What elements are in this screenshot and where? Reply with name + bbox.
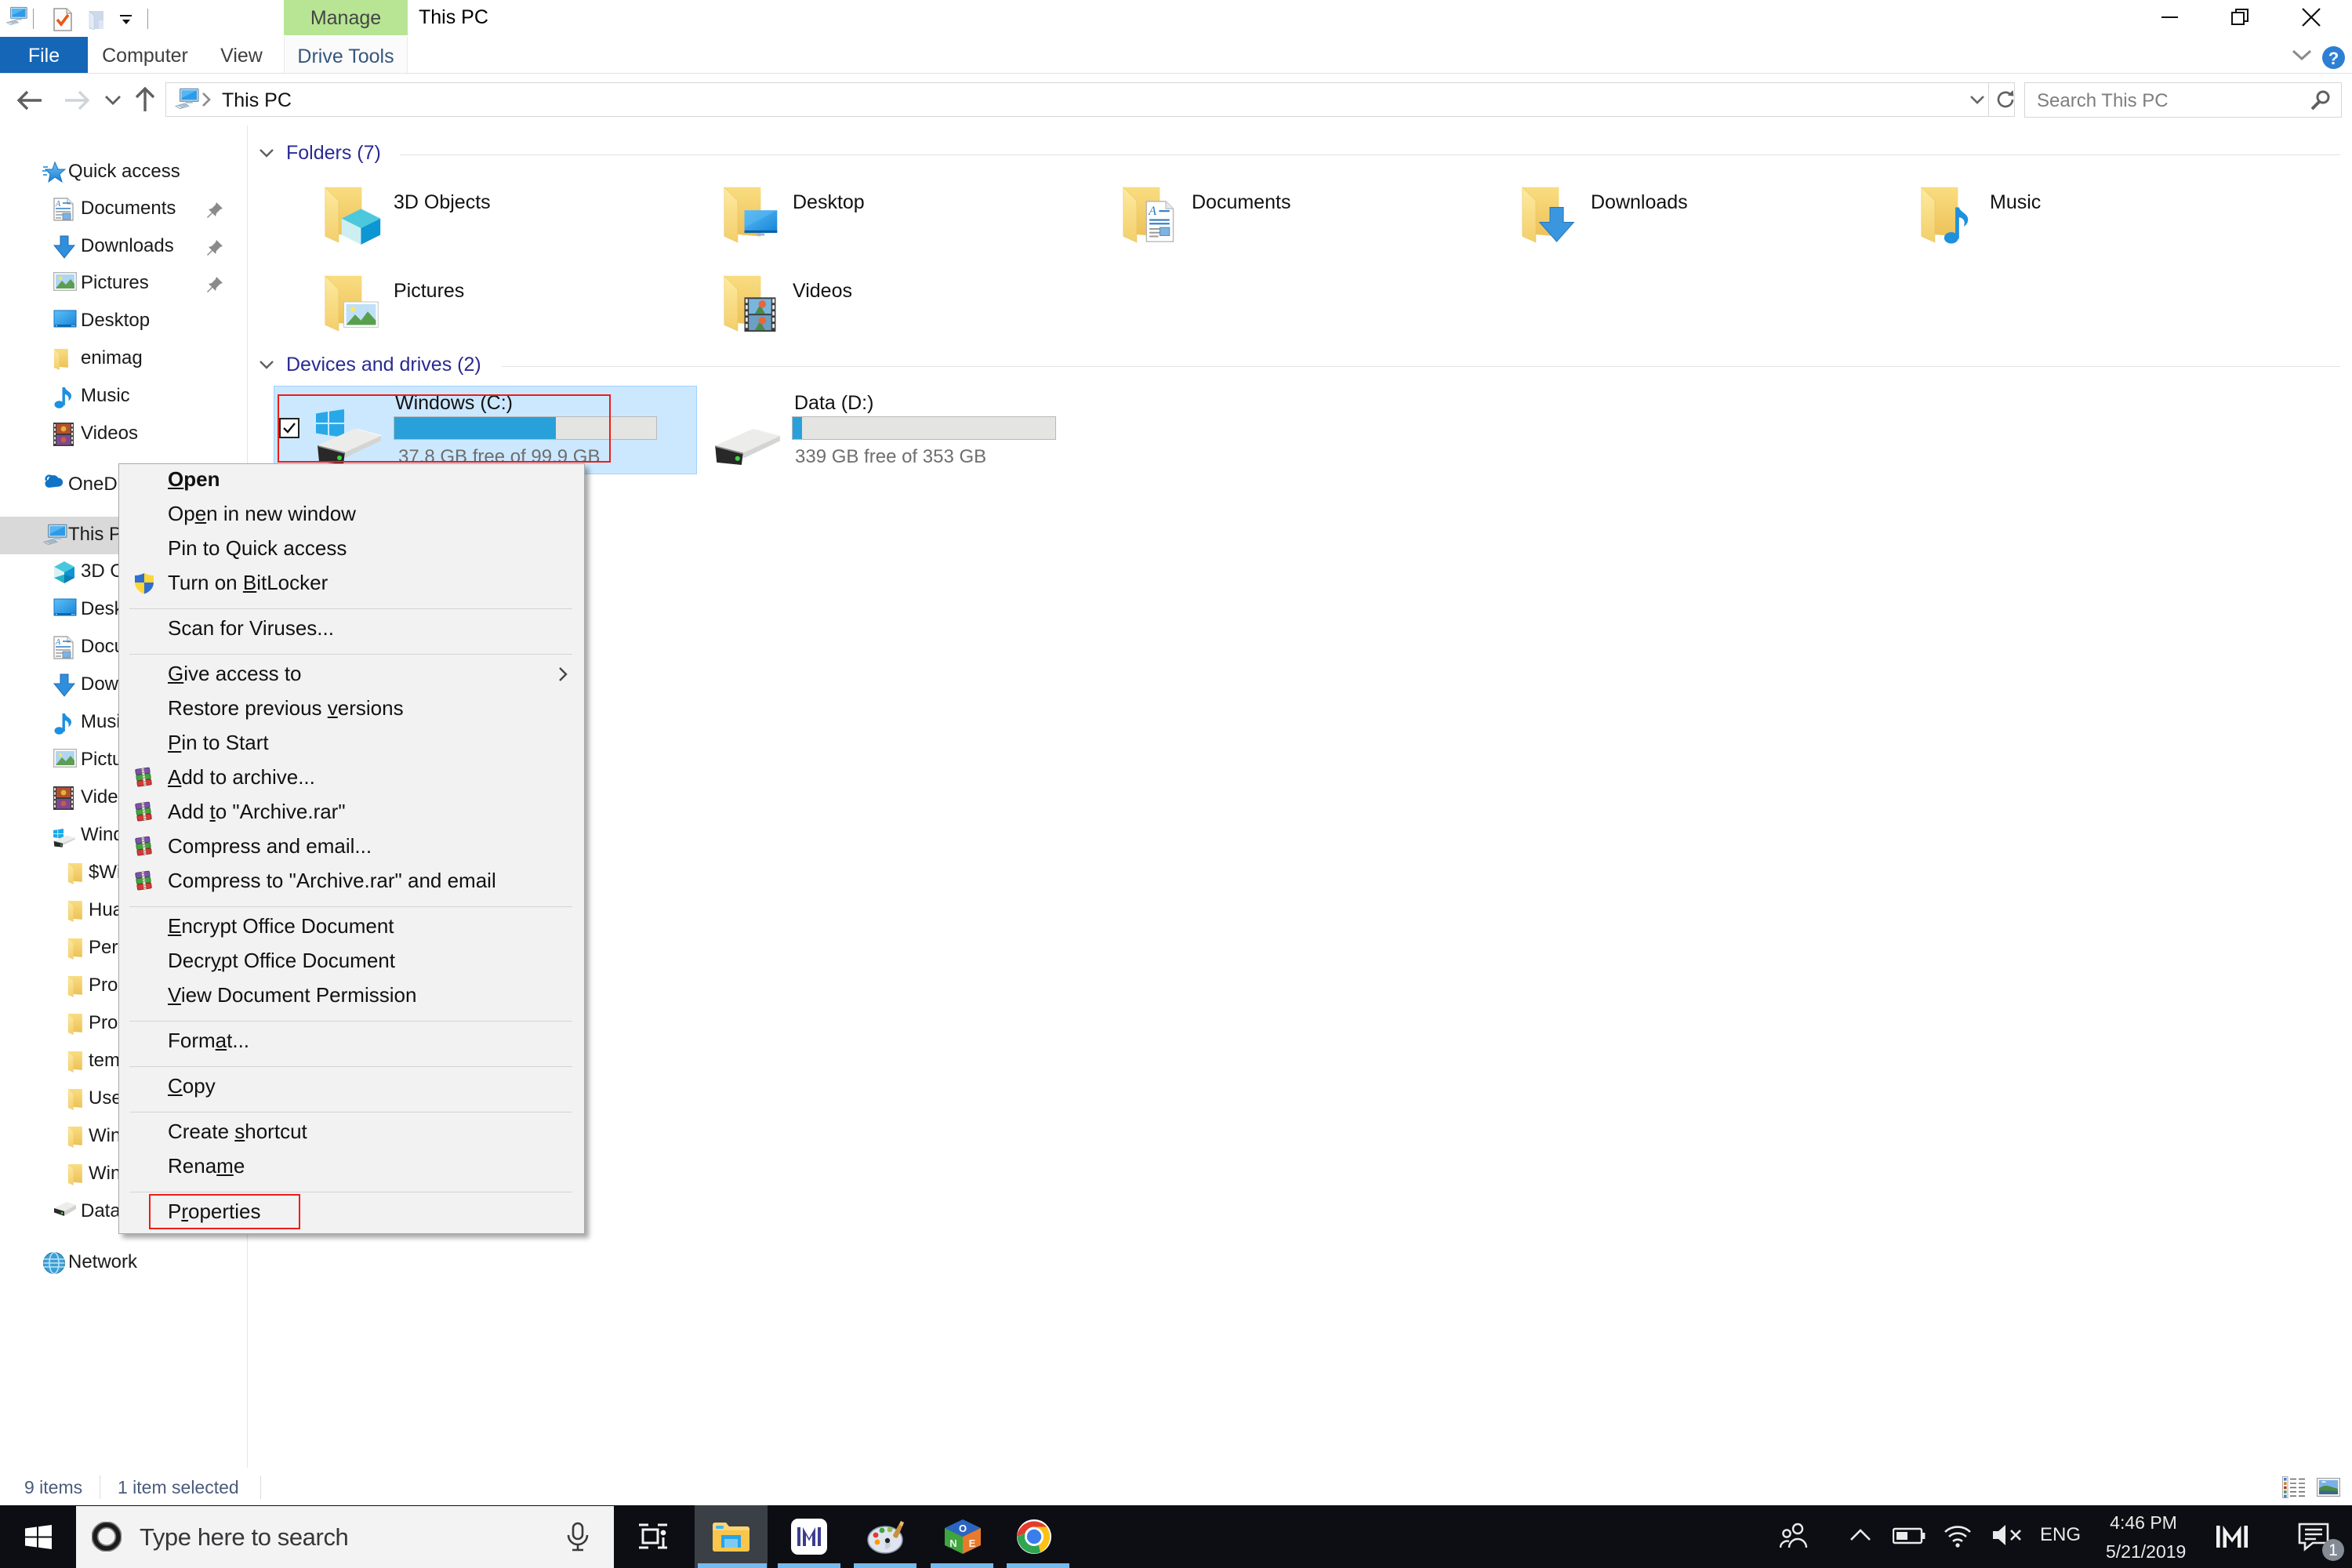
svg-text:E: E bbox=[969, 1537, 976, 1549]
svg-text:A: A bbox=[55, 638, 61, 647]
svg-text:N: N bbox=[949, 1537, 956, 1549]
svg-text:O: O bbox=[959, 1523, 967, 1534]
svg-text:A: A bbox=[1148, 205, 1156, 218]
svg-text:A: A bbox=[55, 200, 61, 209]
